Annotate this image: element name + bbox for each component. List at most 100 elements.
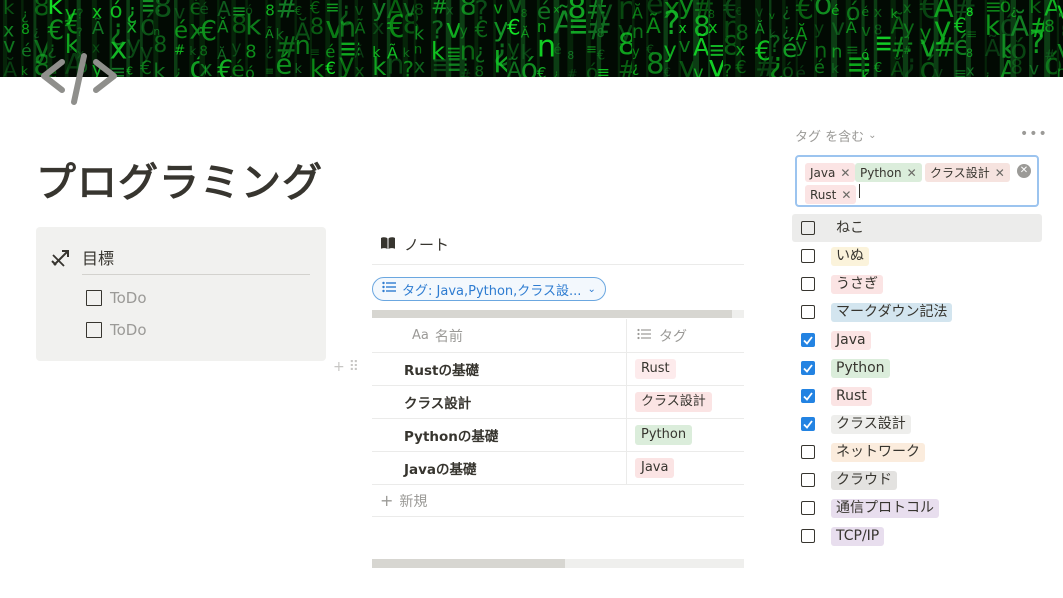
svg-text:é: é xyxy=(174,18,188,44)
svg-text:x: x xyxy=(414,55,425,77)
row-name-cell[interactable]: Javaの基礎 xyxy=(372,452,626,484)
svg-text:é: é xyxy=(554,42,562,58)
svg-text:ó: ó xyxy=(521,53,538,77)
svg-text:?: ? xyxy=(77,8,84,23)
filter-condition-label: タグ を含む xyxy=(795,130,865,145)
todo-item[interactable]: ToDo xyxy=(86,289,147,307)
svg-text:€: € xyxy=(140,58,152,77)
checkbox[interactable] xyxy=(801,473,815,487)
tag-option[interactable]: ネットワーク xyxy=(792,438,1042,466)
row-name-cell[interactable]: Rustの基礎 xyxy=(372,353,626,385)
svg-text:y: y xyxy=(664,38,677,64)
row-name-cell[interactable]: Pythonの基礎 xyxy=(372,419,626,451)
tag-option[interactable]: Rust xyxy=(792,382,1042,410)
remove-tag-icon[interactable]: ✕ xyxy=(907,166,917,180)
svg-text:8: 8 xyxy=(567,49,574,62)
checkbox[interactable] xyxy=(801,501,815,515)
svg-text:x: x xyxy=(874,5,882,21)
tag-option[interactable]: いぬ xyxy=(792,242,1042,270)
row-tag-cell[interactable]: Java xyxy=(626,452,744,484)
svg-text:≡: ≡ xyxy=(265,65,274,77)
todo-checkbox[interactable] xyxy=(86,322,102,338)
horizontal-scrollbar-thumb[interactable] xyxy=(372,310,736,318)
notes-table: Aa 名前 タグ Rustの基礎 Rust クラス設計 クラス設計 Pythonの基礎 P… xyxy=(372,319,744,517)
checked-checkbox[interactable] xyxy=(801,389,815,403)
table-row[interactable]: Javaの基礎 Java xyxy=(372,452,744,485)
new-row-button[interactable]: + 新規 xyxy=(372,485,744,517)
checkbox[interactable] xyxy=(801,249,815,263)
tag-filter-pill[interactable]: タグ: Java,Python,クラス設... ⌄ xyxy=(372,277,606,301)
tag-filter-input[interactable]: Java ✕ Python ✕ クラス設計 ✕ Rust ✕ ✕ xyxy=(795,155,1039,207)
tag-option[interactable]: ねこ xyxy=(792,214,1042,242)
tag-option[interactable]: うさぎ xyxy=(792,270,1042,298)
checked-checkbox[interactable] xyxy=(801,361,815,375)
checkbox[interactable] xyxy=(801,277,815,291)
svg-text:¿: ¿ xyxy=(632,60,639,76)
tag-option[interactable]: TCP/IP xyxy=(792,522,1042,550)
row-tag-cell[interactable]: Rust xyxy=(626,353,744,385)
svg-text:y: y xyxy=(814,19,824,39)
column-header-tags[interactable]: タグ xyxy=(626,319,744,352)
table-row[interactable]: Rustの基礎 Rust xyxy=(372,353,744,386)
todo-item[interactable]: ToDo xyxy=(86,321,147,339)
row-tag-cell[interactable]: Python xyxy=(626,419,744,451)
svg-text:8: 8 xyxy=(21,22,30,38)
todo-label[interactable]: ToDo xyxy=(110,321,147,339)
checkbox[interactable] xyxy=(801,445,815,459)
database-title[interactable]: ノート xyxy=(380,234,449,255)
remove-tag-icon[interactable]: ✕ xyxy=(840,166,850,180)
svg-text:¿: ¿ xyxy=(474,39,485,63)
table-row[interactable]: Pythonの基礎 Python xyxy=(372,419,744,452)
column-header-name[interactable]: Aa 名前 xyxy=(372,319,626,352)
svg-text:Ã: Ã xyxy=(92,17,105,39)
bottom-scrollbar-track[interactable] xyxy=(372,559,744,568)
tag-option[interactable]: Java xyxy=(792,326,1042,354)
todo-label[interactable]: ToDo xyxy=(110,289,147,307)
filter-condition-selector[interactable]: タグ を含む ⌄ xyxy=(795,126,877,145)
svg-text:€: € xyxy=(735,58,746,77)
selected-tag-label: クラス設計 xyxy=(930,166,990,180)
new-row-label: 新規 xyxy=(399,493,428,510)
checked-checkbox[interactable] xyxy=(801,417,815,431)
tag-option[interactable]: クラウド xyxy=(792,466,1042,494)
svg-text:x: x xyxy=(966,64,975,77)
svg-text:¿: ¿ xyxy=(782,1,791,20)
svg-text:k: k xyxy=(372,52,387,77)
tag-option[interactable]: クラス設計 xyxy=(792,410,1042,438)
bottom-scrollbar-thumb[interactable] xyxy=(372,559,565,568)
tag-chip: Python xyxy=(635,425,693,445)
row-name-cell[interactable]: クラス設計 xyxy=(372,386,626,418)
svg-text:?: ? xyxy=(1029,26,1045,61)
callout-heading[interactable]: 目標 xyxy=(82,245,114,269)
remove-tag-icon[interactable]: ✕ xyxy=(995,166,1005,180)
svg-text:¿: ¿ xyxy=(174,63,183,77)
svg-text:ó: ó xyxy=(245,64,255,77)
tag-option-list: ねこ いぬ うさぎ マークダウン記法 Java Python Rust クラス設計 ネットワーク… xyxy=(792,214,1042,550)
code-brackets-icon[interactable] xyxy=(40,48,120,108)
svg-text:x: x xyxy=(903,0,912,17)
svg-text:8: 8 xyxy=(966,47,973,60)
row-name: クラス設計 xyxy=(404,396,472,412)
remove-tag-icon[interactable]: ✕ xyxy=(841,188,851,202)
svg-text:?: ? xyxy=(723,62,732,77)
page-title[interactable]: プログラミング xyxy=(36,150,323,208)
checkbox[interactable] xyxy=(801,305,815,319)
more-options-icon[interactable]: ••• xyxy=(1020,126,1048,142)
database-title-text[interactable]: ノート xyxy=(404,234,449,255)
tag-option[interactable]: Python xyxy=(792,354,1042,382)
svg-text:é: é xyxy=(814,58,825,77)
clear-icon[interactable]: ✕ xyxy=(1017,164,1031,178)
tag-option[interactable]: 通信プロトコル xyxy=(792,494,1042,522)
todo-checkbox[interactable] xyxy=(86,290,102,306)
checkbox[interactable] xyxy=(801,221,815,235)
horizontal-scrollbar-track[interactable] xyxy=(732,310,744,318)
tag-option[interactable]: マークダウン記法 xyxy=(792,298,1042,326)
goal-arrow-icon[interactable] xyxy=(50,247,72,269)
table-row[interactable]: クラス設計 クラス設計 xyxy=(372,386,744,419)
block-drag-handle[interactable]: +⠿ xyxy=(333,359,363,375)
checked-checkbox[interactable] xyxy=(801,333,815,347)
page-cover[interactable]: kxvĂ¿8ék8¿y8k€¿éy€kÃ??xóxÃxyó¿x≡¿xy€≡óy€… xyxy=(0,0,1063,77)
row-tag-cell[interactable]: クラス設計 xyxy=(626,386,744,418)
checkbox[interactable] xyxy=(801,529,815,543)
selected-tag-chip: クラス設計 ✕ xyxy=(925,163,1010,182)
